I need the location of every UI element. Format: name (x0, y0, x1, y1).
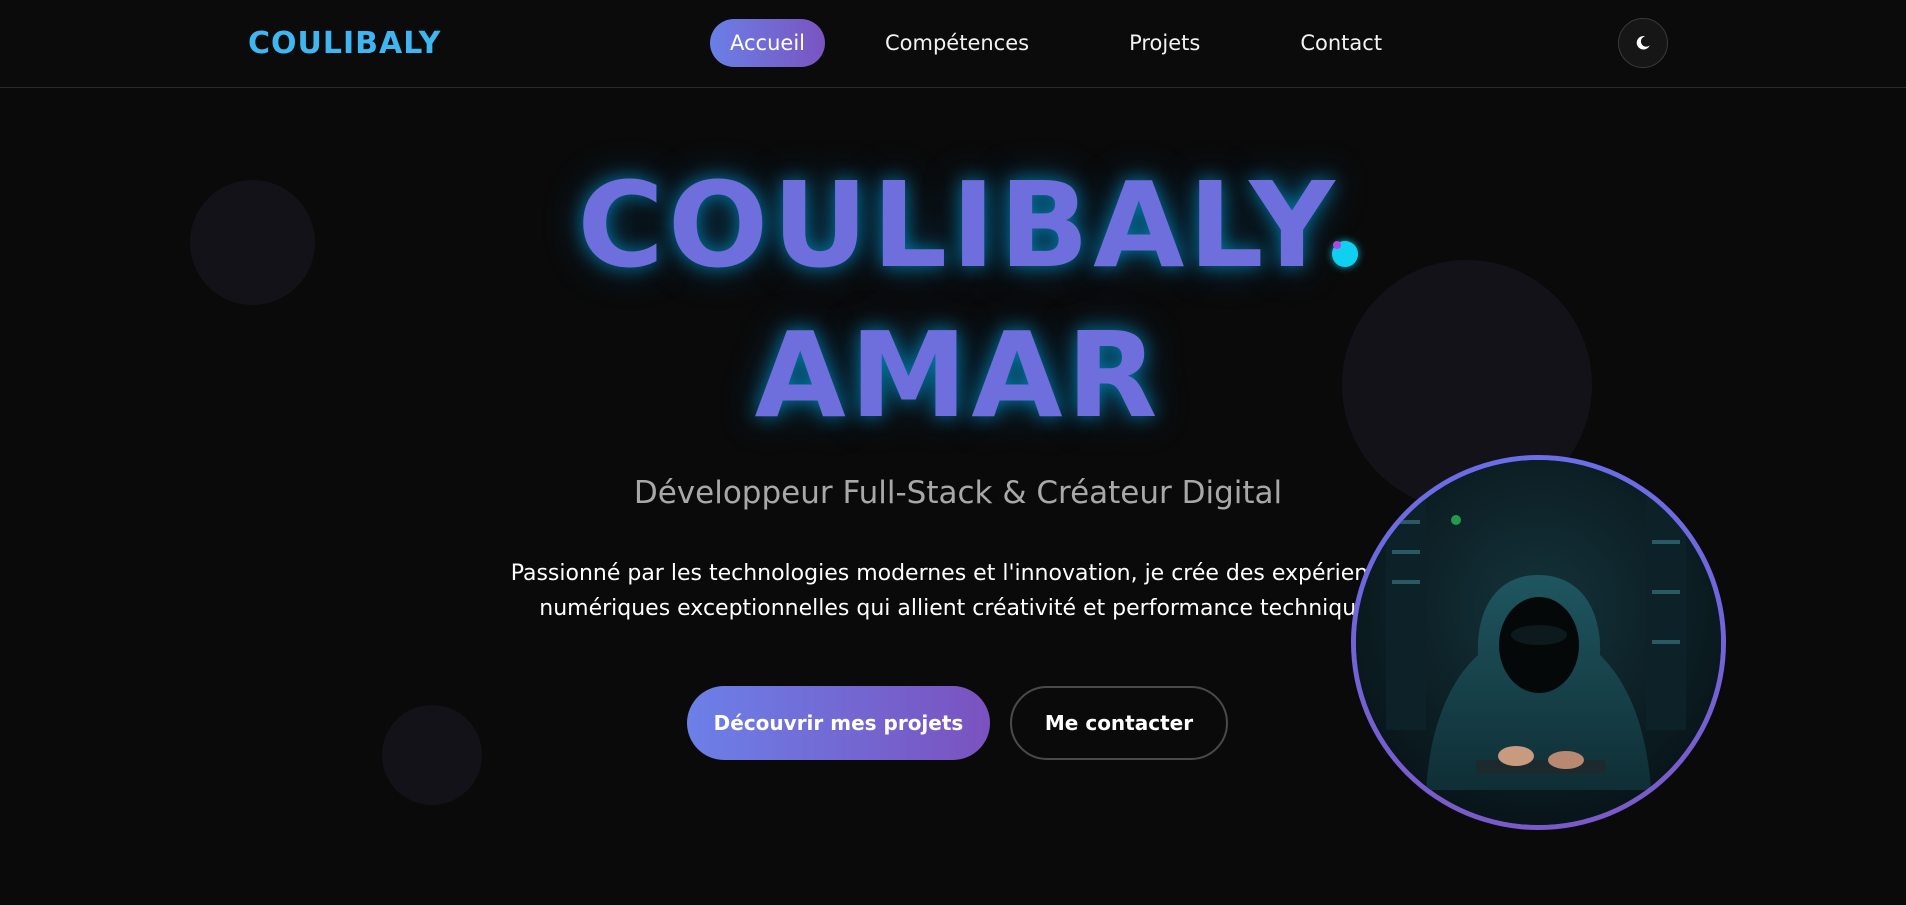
hooded-hacker-icon (1356, 460, 1721, 825)
nav-item-competences[interactable]: Compétences (865, 19, 1049, 67)
moon-icon (1636, 36, 1650, 50)
discover-projects-button[interactable]: Découvrir mes projets (687, 686, 990, 760)
hero-title-line-1: COULIBALY (577, 156, 1339, 294)
title-accent-dot-small (1333, 241, 1341, 249)
nav-item-contact[interactable]: Contact (1280, 19, 1402, 67)
hero-description: Passionné par les technologies modernes … (510, 561, 1406, 621)
contact-me-button[interactable]: Me contacter (1010, 686, 1228, 760)
hero-title-line-2: AMAR (754, 306, 1162, 444)
main-nav: Accueil Compétences Projets Contact (710, 19, 1402, 67)
profile-avatar (1351, 455, 1726, 830)
decorative-circle (382, 705, 482, 805)
navbar: COULIBALY Accueil Compétences Projets Co… (0, 0, 1906, 88)
nav-item-projets[interactable]: Projets (1109, 19, 1220, 67)
decorative-circle (190, 180, 315, 305)
site-logo[interactable]: COULIBALY (248, 24, 441, 64)
hero-subtitle: Développeur Full-Stack & Créateur Digita… (633, 475, 1283, 511)
avatar-image (1356, 460, 1721, 825)
nav-item-accueil[interactable]: Accueil (710, 19, 825, 67)
theme-toggle-button[interactable] (1618, 18, 1668, 68)
